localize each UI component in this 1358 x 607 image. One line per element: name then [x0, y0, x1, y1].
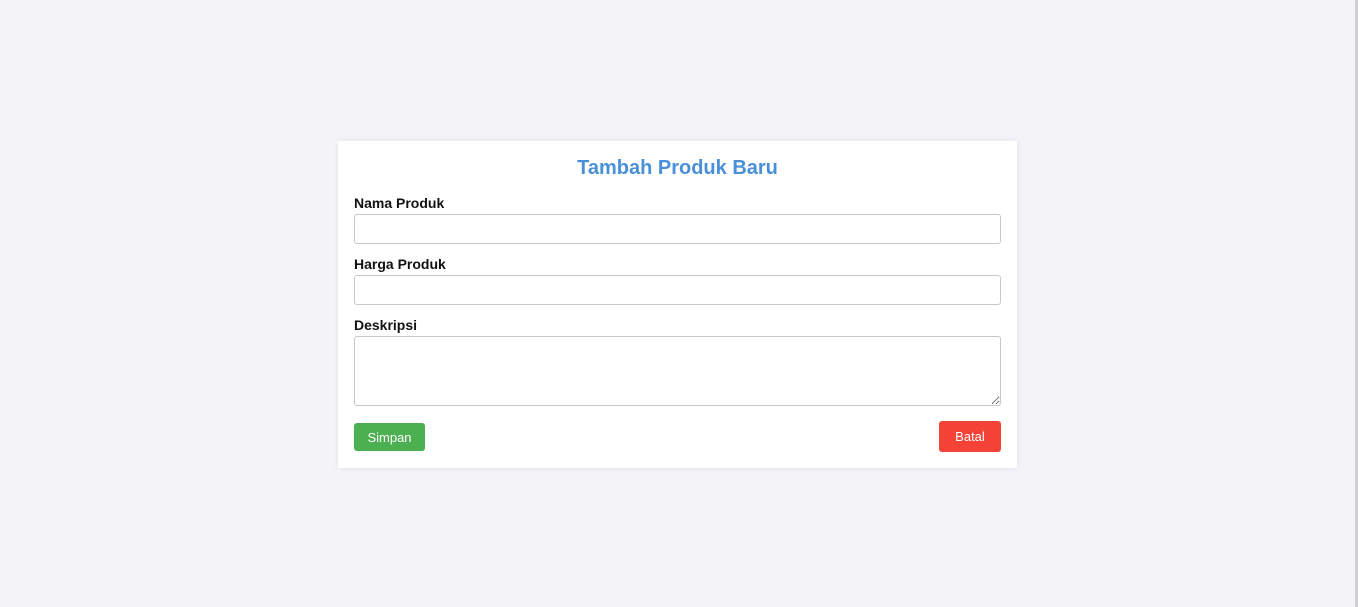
add-product-form-card: Tambah Produk Baru Nama Produk Harga Pro…: [338, 141, 1017, 468]
description-textarea[interactable]: [354, 336, 1001, 406]
description-label: Deskripsi: [354, 317, 418, 333]
product-name-label: Nama Produk: [354, 195, 445, 211]
form-title: Tambah Produk Baru: [577, 157, 778, 179]
cancel-button[interactable]: Batal: [939, 421, 1001, 452]
product-name-input[interactable]: [354, 214, 1001, 244]
product-price-label: Harga Produk: [354, 256, 446, 272]
save-button[interactable]: Simpan: [354, 423, 425, 451]
product-price-input[interactable]: [354, 275, 1001, 305]
